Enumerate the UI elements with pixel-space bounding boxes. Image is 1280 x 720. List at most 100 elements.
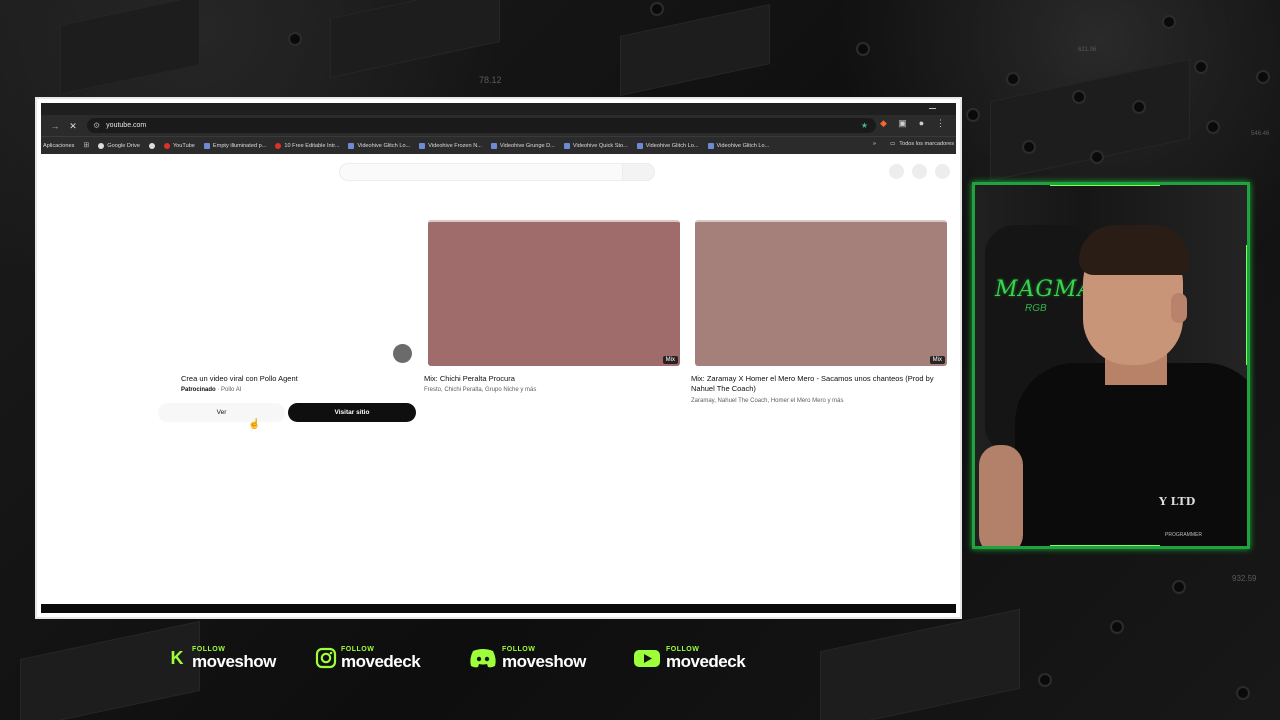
mouse-pointer-icon: ☝ [248,419,261,430]
background-dot [1164,17,1174,27]
bookmarks-end: » ▭ Todos los marcadores [873,141,954,147]
taskbar-strip [41,604,956,613]
background-dot [1040,675,1050,685]
background-dot [652,4,662,14]
background-dot [290,34,300,44]
background-dot [1134,102,1144,112]
bookmark-item[interactable]: 10 Free Editable Intr... [275,142,339,149]
ad-sponsor-line: Patrocinado · Pollo AI [181,387,242,393]
close-icon[interactable]: ✕ [65,118,81,134]
bookmark-item[interactable]: Videohive Glitch Lo... [348,142,410,149]
youtube-icon [163,142,170,149]
background-cube [990,58,1190,182]
minimize-icon[interactable] [929,108,936,109]
video-title[interactable]: Mix: Zaramay X Homer el Mero Mero - Saca… [691,374,941,394]
all-bookmarks-button[interactable]: Todos los marcadores [899,141,954,147]
ad-title[interactable]: Crea un video viral con Pollo Agent [181,374,298,383]
background-dot [1008,74,1018,84]
ver-button[interactable]: Ver [158,403,285,422]
advertiser-name: Pollo AI [221,387,242,393]
social-instagram[interactable]: FOLLOW movedeck [315,646,421,671]
address-bar[interactable]: ⚙ youtube.com ★ [87,118,876,133]
video-channels[interactable]: Zaramay, Nahuel The Coach, Homer el Mero… [691,398,844,404]
site-settings-icon[interactable]: ⚙ [93,121,100,130]
overlay-number: 621.06 [1078,47,1097,53]
social-handle: moveshow [502,652,586,671]
frame-glow [1246,245,1247,365]
background-dot [1258,72,1268,82]
browser-window: → ✕ ⚙ youtube.com ★ ◆ ▣ ● ⋮ Aplicaciones… [35,97,962,619]
bookmark-item[interactable]: Videohive Frozen N... [419,142,482,149]
bookmarks-bar: Aplicaciones ⊞ Google Drive YouTube Empt… [41,136,956,154]
page-icon [348,142,355,149]
video-channels[interactable]: Fresto, Chichi Peralta, Grupo Niche y má… [424,387,536,393]
social-handle: movedeck [341,652,421,671]
bookmark-item[interactable]: Empty illuminated p... [203,142,266,149]
bookmark-item[interactable]: YouTube [163,142,195,149]
bookmark-item[interactable] [148,142,155,149]
window-titlebar[interactable] [41,103,956,115]
page-icon [636,142,643,149]
header-icon-placeholder[interactable] [935,164,950,179]
advertiser-avatar[interactable] [393,344,412,363]
background-dot [1238,688,1248,698]
header-icon-placeholder[interactable] [912,164,927,179]
bookmark-item[interactable]: ⊞ [83,141,90,149]
globe-icon [148,142,155,149]
page-icon [563,142,570,149]
bookmarks-overflow-button[interactable]: » [873,141,876,147]
video-thumbnail[interactable]: Mix [428,220,680,366]
visit-site-button[interactable]: Visitar sitio [288,403,416,422]
search-input-placeholder[interactable] [339,163,623,181]
streamer-hair [1079,225,1189,275]
address-url[interactable]: youtube.com [106,122,146,129]
search-button-placeholder[interactable] [623,163,655,181]
mix-badge: Mix [662,356,678,364]
forward-arrow-icon[interactable]: → [47,118,63,134]
extension-icons: ◆ ▣ ● ⋮ [878,118,946,129]
overlay-number: 546.46 [1251,131,1270,137]
background-cube [620,4,770,96]
folder-icon: ▭ [889,141,896,147]
bookmark-item[interactable]: Aplicaciones [43,143,74,149]
youtube-page: Crea un video viral con Pollo Agent Patr… [41,154,956,605]
shirt-small-print: PROGRAMMER [1165,532,1202,538]
background-dot [968,110,978,120]
extensions-puzzle-icon[interactable]: ▣ [897,118,908,129]
menu-dots-icon[interactable]: ⋮ [935,118,946,129]
social-youtube[interactable]: FOLLOW movedeck [632,646,746,671]
social-discord[interactable]: FOLLOW moveshow [468,646,586,670]
social-handle: movedeck [666,652,746,671]
background-cube [330,0,500,79]
shirt-print: Y LTD [1159,495,1196,508]
background-cube [60,0,200,95]
bookmark-item[interactable]: Videohive Glitch Lo... [636,142,699,149]
streamer-torso [1015,363,1247,546]
profile-icon[interactable]: ● [916,118,927,129]
browser-toolbar: → ✕ ⚙ youtube.com ★ ◆ ▣ ● ⋮ [41,115,956,136]
instagram-icon [315,647,337,669]
extension-icon[interactable]: ◆ [878,118,889,129]
chair-brand-text: MAGMA [995,277,1095,302]
background-cube [820,608,1020,720]
header-icon-placeholder[interactable] [889,164,904,179]
social-kick[interactable]: K FOLLOW moveshow [166,646,277,671]
bookmark-star-icon[interactable]: ★ [861,121,868,130]
social-handle: moveshow [192,652,276,671]
overlay-number: 78.12 [479,75,502,85]
background-dot [1208,122,1218,132]
background-dot [1092,152,1102,162]
page-icon [419,142,426,149]
video-thumbnail[interactable]: Mix [695,220,947,366]
background-dot [858,44,868,54]
bookmark-item[interactable]: Videohive Quick Sto... [563,142,628,149]
page-icon [490,142,497,149]
streamer-ear [1171,293,1187,323]
bookmark-item[interactable]: Videohive Glitch Lo... [707,142,769,149]
video-title[interactable]: Mix: Chichi Peralta Procura [424,374,674,384]
bookmark-item[interactable]: Videohive Grunge D... [490,142,555,149]
bookmark-item[interactable]: Google Drive [98,142,140,149]
chair-sub-text: RGB [1025,303,1047,314]
webcam-frame: MAGMA RGB Y LTD PROGRAMMER [972,182,1250,549]
apps-grid-icon: ⊞ [83,141,90,149]
